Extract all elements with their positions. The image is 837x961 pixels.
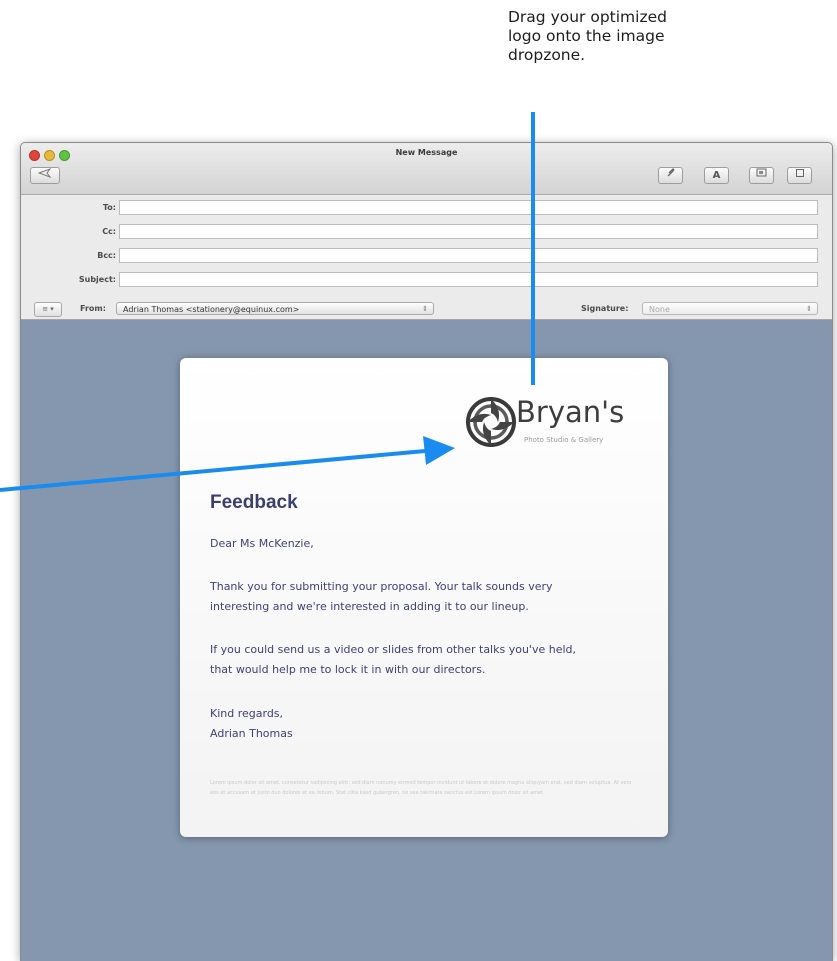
attach-button[interactable] (658, 167, 683, 184)
callout-line-2: logo onto the image (508, 27, 665, 45)
letter-paragraph-2[interactable]: If you could send us a video or slides f… (210, 640, 650, 680)
title-bar: New Message A (21, 143, 832, 195)
letter-greeting[interactable]: Dear Ms McKenzie, (210, 534, 650, 554)
select-arrows-icon: ⇕ (806, 305, 812, 313)
from-label: From: (80, 304, 106, 313)
signature-line: Adrian Thomas (210, 727, 293, 740)
subject-field[interactable] (119, 272, 818, 287)
subject-row: Subject: (21, 271, 832, 289)
stationery-button[interactable] (787, 167, 812, 184)
from-value: Adrian Thomas <stationery@equinux.com> (123, 305, 300, 314)
paragraph-2-line-1: If you could send us a video or slides f… (210, 643, 576, 656)
select-arrows-icon: ⇕ (422, 305, 428, 313)
send-arrow-icon (37, 167, 52, 179)
signature-label: Signature: (581, 304, 629, 313)
from-select[interactable]: Adrian Thomas <stationery@equinux.com> ⇕ (116, 302, 434, 315)
instruction-callout: Drag your optimized logo onto the image … (508, 8, 738, 65)
cc-field[interactable] (119, 224, 818, 239)
letter-paragraph-1[interactable]: Thank you for submitting your proposal. … (210, 577, 650, 617)
swirl-logo-icon (466, 397, 516, 447)
bcc-row: Bcc: (21, 247, 832, 265)
callout-line-1: Drag your optimized (508, 8, 667, 26)
closing-line: Kind regards, (210, 707, 284, 720)
paragraph-2-line-2: that would help me to lock it in with ou… (210, 663, 486, 676)
cc-label: Cc: (102, 227, 116, 236)
photo-browser-button[interactable] (749, 167, 774, 184)
letter-title[interactable]: Feedback (210, 492, 298, 514)
font-button[interactable]: A (704, 167, 729, 184)
paragraph-1-line-2: interesting and we're interested in addi… (210, 600, 529, 613)
cc-row: Cc: (21, 223, 832, 241)
signature-value: None (649, 305, 670, 314)
logo-dropzone[interactable]: Bryan's Photo Studio & Gallery (462, 393, 642, 451)
from-row: ≡ ▾ From: Adrian Thomas <stationery@equi… (21, 299, 832, 319)
bcc-field[interactable] (119, 248, 818, 263)
attach-icon (667, 168, 674, 177)
brand-name: Bryan's (516, 395, 625, 429)
header-options-button[interactable]: ≡ ▾ (34, 302, 62, 317)
paragraph-1-line-1: Thank you for submitting your proposal. … (210, 580, 553, 593)
to-row: To: (21, 199, 832, 217)
footer-placeholder-text[interactable]: Lorem ipsum dolor sit amet, consetetur s… (210, 778, 640, 798)
window-title: New Message (395, 148, 458, 157)
subject-label: Subject: (78, 275, 116, 284)
callout-line-3: dropzone. (508, 46, 586, 64)
font-icon: A (712, 170, 721, 181)
letter-closing[interactable]: Kind regards, Adrian Thomas (210, 704, 650, 744)
brand-tagline: Photo Studio & Gallery (524, 436, 604, 444)
photo-browser-icon (756, 168, 767, 177)
send-button[interactable] (30, 167, 60, 184)
to-field[interactable] (119, 200, 818, 215)
signature-select[interactable]: None ⇕ (642, 302, 818, 315)
list-icon: ≡ ▾ (42, 305, 54, 313)
mail-compose-window: New Message A To: Cc: Bcc: Subject: ≡ ▾ … (20, 142, 833, 961)
to-label: To: (102, 203, 116, 212)
bcc-label: Bcc: (97, 251, 116, 260)
message-header: To: Cc: Bcc: Subject: ≡ ▾ From: Adrian T… (21, 195, 832, 320)
stationery-icon (795, 169, 804, 177)
stationery-card: Bryan's Photo Studio & Gallery Feedback … (180, 358, 668, 837)
